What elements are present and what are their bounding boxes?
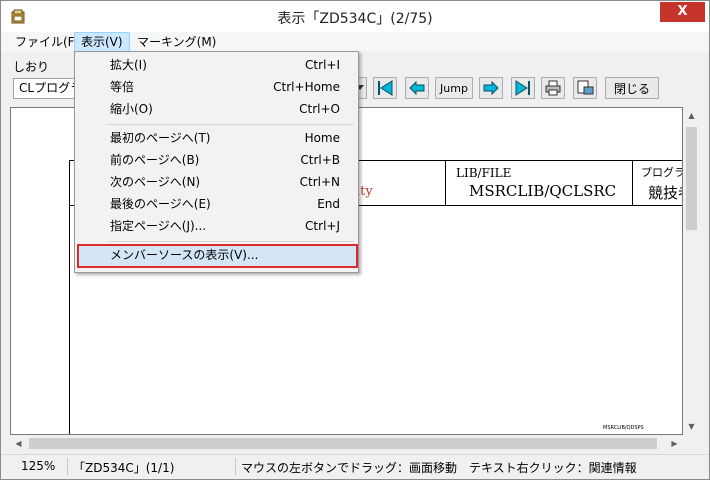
- menu-bar: ファイル(F) 表示(V) マーキング(M): [1, 32, 709, 52]
- menu-item-last-page[interactable]: 最後のページへ(E) End: [77, 193, 356, 215]
- print-settings-button[interactable]: [573, 77, 597, 99]
- view-menu-dropdown: 拡大(I) Ctrl+I 等倍 Ctrl+Home 縮小(O) Ctrl+O 最…: [74, 51, 359, 273]
- horizontal-scrollbar[interactable]: ◀ ▶: [10, 435, 683, 452]
- menu-item-zoom-out[interactable]: 縮小(O) Ctrl+O: [77, 98, 356, 120]
- printer-settings-icon: [577, 80, 594, 95]
- next-page-button[interactable]: [479, 77, 503, 99]
- scroll-left-icon[interactable]: ◀: [10, 435, 27, 452]
- report-small-note: MSRCLIB/QDSPS: [603, 425, 644, 431]
- status-bar: 125% 「ZD534C」(1/1) マウスの左ボタンでドラッグ：画面移動 テキ…: [1, 454, 709, 479]
- menu-item-first-page[interactable]: 最初のページへ(T) Home: [77, 127, 356, 149]
- scroll-down-icon[interactable]: ▼: [683, 418, 700, 435]
- horizontal-scroll-thumb[interactable]: [29, 438, 657, 449]
- menu-separator: [107, 241, 354, 242]
- status-hint: マウスの左ボタンでドラッグ：画面移動 テキスト右クリック：関連情報: [241, 461, 637, 475]
- print-button[interactable]: [541, 77, 565, 99]
- program-value: 競技者: [648, 184, 682, 202]
- status-zoom: 125%: [21, 459, 56, 473]
- window-title: 表示「ZD534C」(2/75): [277, 11, 433, 27]
- jump-button[interactable]: Jump: [435, 77, 473, 99]
- menu-item-prev-page[interactable]: 前のページへ(B) Ctrl+B: [77, 149, 356, 171]
- viewer-window: 表示「ZD534C」(2/75) X ファイル(F) 表示(V) マーキング(M…: [0, 0, 710, 480]
- scroll-right-icon[interactable]: ▶: [666, 435, 683, 452]
- menu-item-zoom-in[interactable]: 拡大(I) Ctrl+I: [77, 54, 356, 76]
- bookmark-label: しおり: [13, 60, 50, 74]
- menu-view[interactable]: 表示(V): [74, 32, 130, 52]
- bookmark-select[interactable]: CLプログラ: [13, 78, 81, 99]
- last-page-icon: [515, 80, 530, 96]
- prev-page-button[interactable]: [405, 77, 429, 99]
- vertical-scrollbar[interactable]: ▲ ▼: [683, 107, 700, 435]
- first-page-button[interactable]: [373, 77, 397, 99]
- window-close-button[interactable]: X: [660, 2, 705, 22]
- menu-marking[interactable]: マーキング(M): [131, 32, 222, 52]
- scroll-up-icon[interactable]: ▲: [683, 107, 700, 124]
- arrow-left-icon: [409, 81, 425, 95]
- menu-item-next-page[interactable]: 次のページへ(N) Ctrl+N: [77, 171, 356, 193]
- menu-item-actual-size[interactable]: 等倍 Ctrl+Home: [77, 76, 356, 98]
- close-view-button[interactable]: 閉じる: [605, 77, 659, 99]
- first-page-icon: [378, 80, 393, 96]
- menu-separator: [107, 124, 354, 125]
- lib-file-label: LIB/FILE: [456, 166, 512, 180]
- last-page-button[interactable]: [511, 77, 535, 99]
- lib-file-value: MSRCLIB/QCLSRC: [469, 182, 617, 200]
- printer-icon: [545, 80, 561, 96]
- menu-item-show-member-source[interactable]: メンバーソースの表示(V)...: [77, 244, 358, 268]
- menu-item-goto-page[interactable]: 指定ページへ(J)... Ctrl+J: [77, 215, 356, 237]
- report-left-border: [69, 206, 70, 434]
- vertical-scroll-thumb[interactable]: [686, 127, 697, 230]
- program-label: プログラ: [641, 166, 683, 179]
- status-page: 「ZD534C」(1/1): [73, 461, 175, 475]
- title-bar: 表示「ZD534C」(2/75) X: [1, 1, 709, 32]
- arrow-right-icon: [483, 81, 499, 95]
